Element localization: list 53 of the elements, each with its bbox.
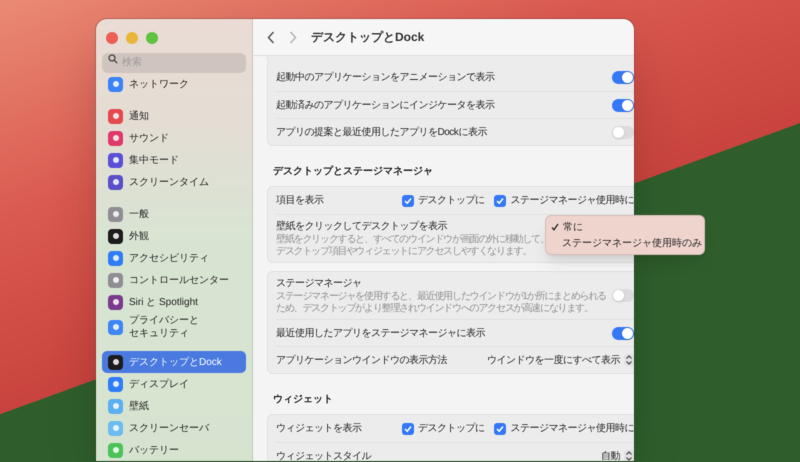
- sidebar-item[interactable]: 一般: [102, 203, 246, 225]
- setting-label: 起動済みのアプリケーションにインジケータを表示: [276, 98, 494, 112]
- sidebar-item[interactable]: スクリーンタイム: [102, 171, 246, 193]
- setting-label: アプリの提案と最近使用したアプリをDockに表示: [276, 126, 487, 140]
- setting-description: デスクトップ項目やウィジェットにアクセスしやすくなります。: [276, 246, 532, 258]
- sidebar-item[interactable]: 外観: [102, 225, 246, 247]
- sidebar-item[interactable]: プライバシーと セキュリティ: [102, 313, 246, 341]
- section-heading: デスクトップとステージマネージャ: [272, 164, 434, 179]
- sidebar-item[interactable]: サウンド: [102, 127, 246, 149]
- checkbox[interactable]: [402, 422, 414, 434]
- setting-label: 壁紙をクリックしてデスクトップを表示: [276, 220, 447, 234]
- sidebar-item[interactable]: Siri と Spotlight: [102, 291, 246, 313]
- sidebar-item[interactable]: 通知: [102, 105, 246, 127]
- setting-description: ステージマネージャを使用すると、最近使用したウインドウが1か所にまとめられる: [276, 291, 606, 302]
- setting-label: 項目を表示: [276, 194, 324, 208]
- sidebar-item[interactable]: ネットワーク: [102, 73, 246, 95]
- checkbox[interactable]: [402, 194, 414, 206]
- setting-label: ウィジェットを表示: [276, 422, 362, 436]
- checkbox-label: デスクトップに: [418, 422, 484, 436]
- setting-label: ステージマネージャ: [276, 277, 362, 291]
- menu-item[interactable]: 常に: [546, 219, 704, 235]
- close-button[interactable]: [106, 32, 118, 44]
- setting-label: 起動中のアプリケーションをアニメーションで表示: [276, 70, 494, 85]
- checkbox[interactable]: [494, 422, 506, 434]
- window-title: デスクトップとDock: [311, 29, 424, 46]
- sidebar-item[interactable]: 集中モード: [102, 149, 246, 171]
- sidebar-item[interactable]: 壁紙: [102, 395, 246, 417]
- popup-button[interactable]: 自動: [600, 448, 634, 461]
- sidebar-item[interactable]: デスクトップとDock: [102, 351, 246, 373]
- sidebar-item[interactable]: バッテリー: [102, 439, 246, 461]
- checkbox[interactable]: [494, 194, 506, 206]
- sidebar-item[interactable]: ディスプレイ: [102, 373, 246, 395]
- toggle-switch[interactable]: [612, 98, 634, 112]
- toggle-switch[interactable]: [612, 326, 634, 340]
- toggle-switch[interactable]: [612, 71, 634, 84]
- checkbox-label: デスクトップに: [418, 194, 484, 208]
- search-icon: [108, 54, 118, 64]
- checkbox-label: ステージマネージャ使用時に: [510, 194, 634, 208]
- menu-item[interactable]: ステージマネージャ使用時のみ: [546, 235, 704, 251]
- section-heading: ウィジェット: [272, 393, 334, 407]
- back-icon[interactable]: [267, 30, 275, 44]
- sidebar-item[interactable]: アクセシビリティ: [102, 247, 246, 269]
- toggle-switch[interactable]: [612, 289, 634, 302]
- sidebar-item[interactable]: コントロールセンター: [102, 269, 246, 291]
- setting-label: 最近使用したアプリをステージマネージャに表示: [276, 326, 485, 340]
- popup-button[interactable]: ウインドウを一度にすべて表示: [486, 352, 634, 368]
- sidebar-item[interactable]: スクリーンセーバ: [102, 417, 246, 439]
- toggle-switch[interactable]: [612, 126, 634, 138]
- setting-description: 壁紙をクリックすると、すべてのウインドウが画面の外に移動して、: [276, 234, 549, 246]
- setting-label: アプリケーションウインドウの表示方法: [276, 354, 447, 368]
- setting-label: ウィジェットスタイル: [276, 450, 371, 461]
- checkbox-label: ステージマネージャ使用時に: [510, 422, 634, 436]
- setting-description: ため、デスクトップがより整理されウインドウへのアクセスが高速になります。: [276, 303, 593, 315]
